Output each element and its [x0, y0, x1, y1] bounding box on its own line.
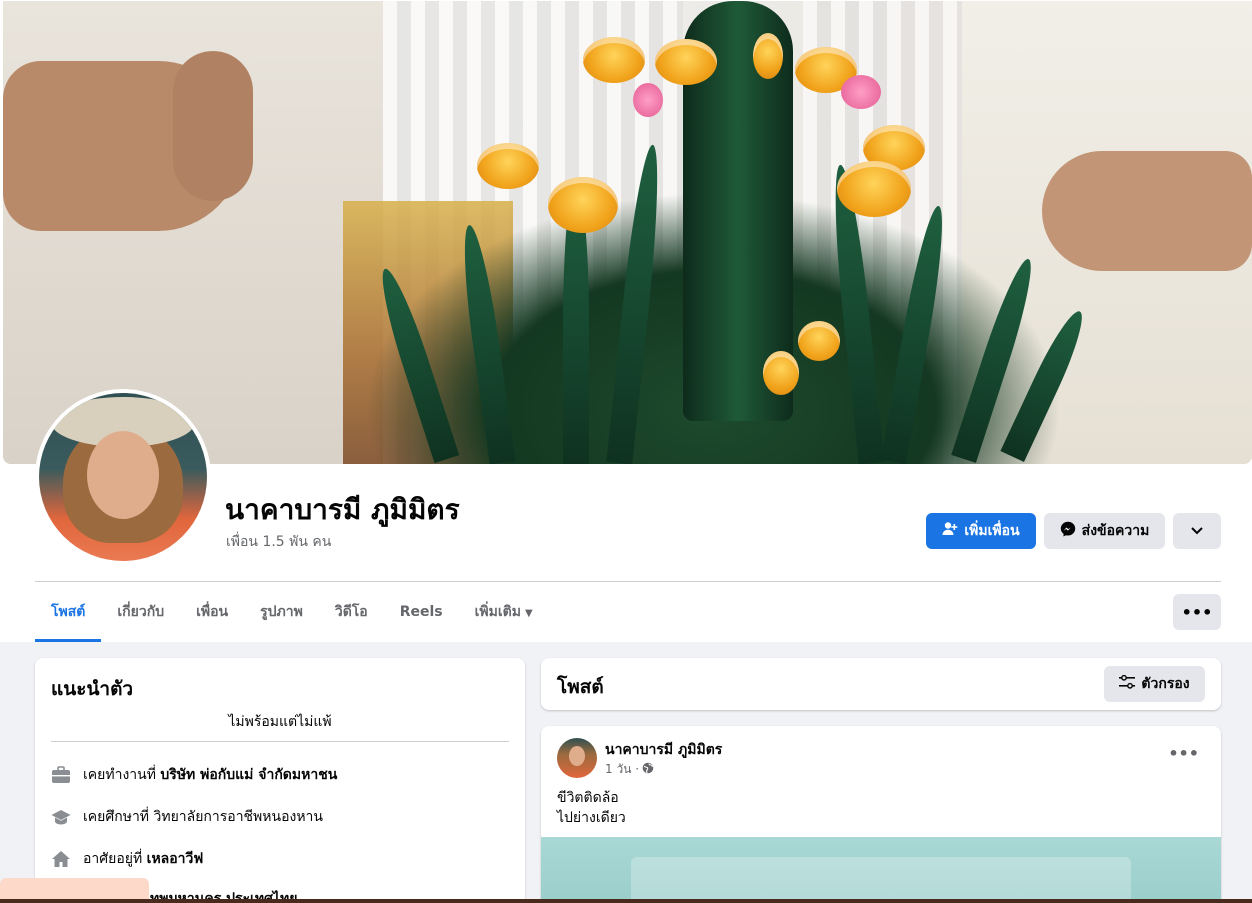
friends-count-link[interactable]: เพื่อน 1.5 พัน คน [226, 531, 331, 553]
add-friend-label: เพิ่มเพื่อน [964, 523, 1020, 539]
messenger-icon [1060, 521, 1076, 541]
tab-label: รูปภาพ [260, 604, 303, 620]
graduation-cap-icon [51, 807, 71, 827]
tab-videos[interactable]: วิดีโอ [319, 590, 384, 642]
intro-divider [51, 741, 509, 742]
post-text-line: ไปย่างเดียว [557, 810, 626, 826]
post-image[interactable] [541, 837, 1221, 903]
caret-down-icon: ▼ [524, 608, 533, 619]
cover-marigold [477, 143, 539, 189]
cover-thumb-left [173, 51, 253, 201]
posts-title: โพสต์ [557, 676, 604, 698]
post-avatar-face [569, 746, 585, 766]
tab-label: Reels [399, 604, 443, 620]
tab-label: เพื่อน [196, 604, 229, 620]
post-text-line: ขีวิตติดล้อ [557, 790, 619, 806]
cover-pink-flower [841, 75, 881, 109]
tab-about[interactable]: เกี่ยวกับ [101, 590, 180, 642]
globe-icon [642, 762, 654, 777]
intro-work-prefix: เคยทำงานที่ [83, 767, 156, 783]
tab-photos[interactable]: รูปภาพ [244, 590, 319, 642]
tabs-more-options-button[interactable]: ••• [1173, 594, 1221, 630]
tab-label: เกี่ยวกับ [117, 604, 165, 620]
post-image-content [631, 857, 1131, 903]
tab-label: โพสต์ [51, 604, 86, 620]
add-friend-button[interactable]: เพิ่มเพื่อน [926, 513, 1036, 549]
intro-lives-in-prefix: อาศัยอยู่ที่ [83, 851, 143, 867]
intro-lives-in-link[interactable]: เหลอาวีฟ [147, 851, 204, 867]
tab-label: เพิ่มเติม [474, 604, 521, 620]
briefcase-icon [51, 765, 71, 785]
send-message-label: ส่งข้อความ [1081, 523, 1150, 539]
filter-sliders-icon [1119, 674, 1136, 693]
intro-education: เคยศึกษาที่ วิทยาลัยการอาชีพหนองหาน [51, 806, 323, 828]
cover-pink-flower [633, 83, 663, 117]
cover-marigold [753, 33, 783, 79]
post-card: นาคาบารมี ภูมิมิตร 1 วัน · ••• ขีวิตติดล… [541, 726, 1221, 903]
posts-header-card: โพสต์ ตัวกรอง [541, 658, 1221, 710]
cover-marigold [763, 351, 799, 395]
cover-arm-right [1042, 151, 1252, 271]
post-text: ขีวิตติดล้อ ไปย่างเดียว [557, 788, 626, 828]
profile-photo [39, 393, 207, 561]
intro-lives-in: อาศัยอยู่ที่ เหลอาวีฟ [51, 848, 203, 870]
cover-photo[interactable] [3, 1, 1252, 464]
post-meta: 1 วัน · [605, 760, 654, 779]
post-options-icon[interactable]: ••• [1168, 744, 1199, 763]
taskbar-strip [0, 899, 1252, 903]
tab-reels[interactable]: Reels [384, 590, 459, 642]
profile-tabs: โพสต์ เกี่ยวกับ เพื่อน รูปภาพ วิดีโอ Ree… [35, 590, 549, 642]
tab-friends[interactable]: เพื่อน [180, 590, 244, 642]
filter-label: ตัวกรอง [1141, 676, 1190, 692]
cover-marigold [583, 37, 645, 83]
cover-marigold [655, 39, 717, 85]
header-divider [35, 581, 1221, 582]
add-friend-icon [942, 521, 958, 541]
profile-options-button[interactable] [1173, 513, 1221, 549]
profile-avatar[interactable] [35, 389, 211, 565]
cover-marigold [837, 161, 911, 217]
post-timestamp[interactable]: 1 วัน · [605, 760, 639, 779]
home-icon [51, 849, 71, 869]
profile-name: นาคาบารมี ภูมิมิตร [225, 493, 460, 526]
intro-bio: ไม่พร้อมแต่ไม่แพ้ [228, 714, 332, 730]
intro-title: แนะนำตัว [51, 678, 134, 700]
chevron-down-icon [1191, 523, 1203, 539]
post-author-avatar[interactable] [557, 738, 597, 778]
cover-marigold [548, 177, 618, 233]
more-dots-icon: ••• [1181, 602, 1213, 622]
intro-card: แนะนำตัว ไม่พร้อมแต่ไม่แพ้ เคยทำงานที่ บ… [35, 658, 525, 903]
tab-label: วิดีโอ [334, 604, 368, 620]
intro-work-link[interactable]: บริษัท พ่อกับแม่ จำกัดมหาชน [160, 767, 337, 783]
post-author-name[interactable]: นาคาบารมี ภูมิมิตร [605, 739, 722, 761]
intro-education-text: เคยศึกษาที่ วิทยาลัยการอาชีพหนองหาน [83, 809, 323, 825]
tab-posts[interactable]: โพสต์ [35, 590, 102, 642]
tab-more[interactable]: เพิ่มเติม ▼ [459, 590, 549, 642]
send-message-button[interactable]: ส่งข้อความ [1044, 513, 1165, 549]
avatar-face [87, 431, 159, 519]
cover-marigold [798, 321, 840, 361]
intro-work: เคยทำงานที่ บริษัท พ่อกับแม่ จำกัดมหาชน [51, 764, 337, 786]
filter-button[interactable]: ตัวกรอง [1104, 666, 1205, 702]
